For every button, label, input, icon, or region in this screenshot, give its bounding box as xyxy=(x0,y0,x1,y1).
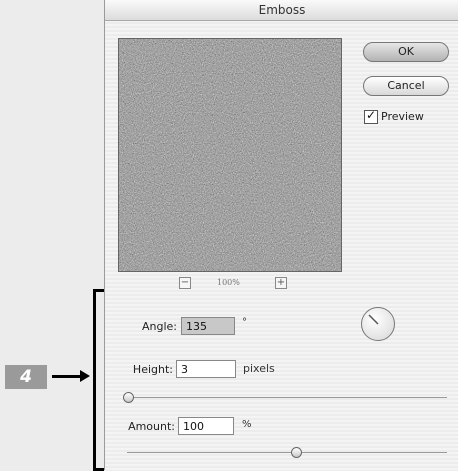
step-callout: 4 xyxy=(5,365,47,389)
cancel-button[interactable]: Cancel xyxy=(363,76,449,96)
checkmark-icon: ✓ xyxy=(366,108,377,122)
height-slider-thumb[interactable] xyxy=(123,392,134,403)
preview-image[interactable] xyxy=(118,38,342,272)
angle-dial[interactable] xyxy=(361,307,395,341)
angle-label: Angle: xyxy=(141,320,177,333)
amount-input[interactable]: 100 xyxy=(178,417,234,435)
height-unit: pixels xyxy=(243,362,275,375)
height-slider-track[interactable] xyxy=(127,397,447,398)
emboss-texture xyxy=(119,39,341,271)
angle-indicator-icon xyxy=(368,314,379,325)
preview-checkbox[interactable]: ✓ xyxy=(364,108,378,124)
height-label: Height: xyxy=(132,363,173,376)
degree-unit: ° xyxy=(242,317,247,328)
height-input[interactable]: 3 xyxy=(176,360,236,378)
amount-label: Amount: xyxy=(128,420,175,433)
arrow-right-icon xyxy=(80,370,90,382)
preview-label: Preview xyxy=(381,110,424,123)
ok-button[interactable]: OK xyxy=(363,42,449,62)
zoom-in-icon[interactable]: + xyxy=(275,277,287,289)
callout-arrow xyxy=(52,375,82,378)
amount-slider-track[interactable] xyxy=(127,452,447,453)
zoom-level: 100% xyxy=(217,278,240,287)
title-bar: Emboss xyxy=(105,0,458,21)
amount-slider-thumb[interactable] xyxy=(291,447,302,458)
angle-input[interactable]: 135 xyxy=(181,317,235,335)
amount-unit: % xyxy=(242,419,252,430)
emboss-dialog: Emboss − 100% + OK Cancel ✓ Preview Angl… xyxy=(104,0,458,470)
dialog-title: Emboss xyxy=(258,3,306,17)
zoom-out-icon[interactable]: − xyxy=(179,277,191,289)
callout-bracket xyxy=(93,289,104,471)
